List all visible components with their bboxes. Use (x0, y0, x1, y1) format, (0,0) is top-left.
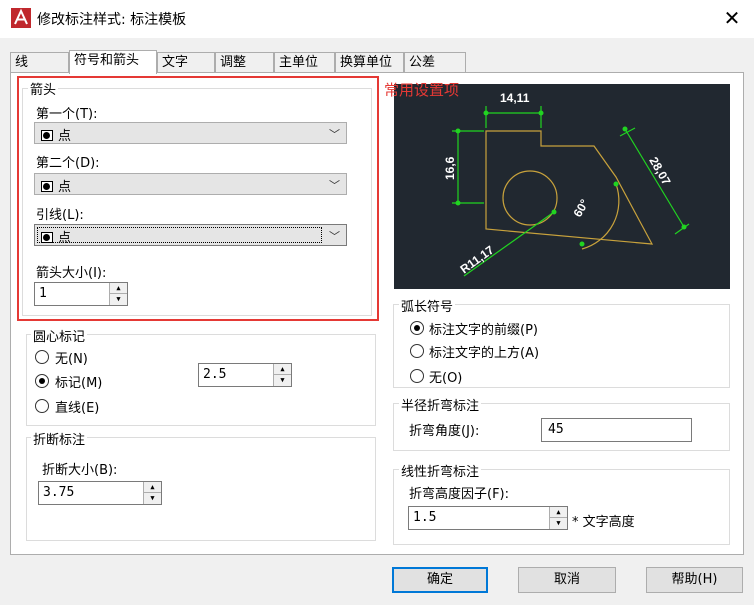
center-mark-none-label: 无(N) (55, 352, 88, 367)
annotation-text: 常用设置项 (384, 81, 460, 99)
dim-angle-label: 60° (570, 197, 591, 220)
jog-angle-label: 折弯角度(J): (409, 424, 480, 439)
dim-radius-label: R11,17 (458, 243, 497, 277)
ok-button[interactable]: 确定 (392, 567, 488, 593)
arrow-size-value: 1 (39, 286, 47, 301)
second-arrow-dropdown[interactable]: 点 ﹀ (34, 173, 347, 195)
spin-up-icon[interactable]: ▲ (110, 283, 127, 294)
dimension-break-group-label: 折断标注 (31, 429, 88, 448)
leader-arrow-dropdown[interactable]: 点 ﹀ (34, 224, 347, 246)
second-arrow-label: 第二个(D): (36, 156, 100, 171)
focus-rectangle (37, 227, 322, 243)
break-size-value: 3.75 (43, 485, 75, 500)
tab-tolerances[interactable]: 公差 (404, 52, 466, 73)
center-mark-mark-radio[interactable] (35, 374, 49, 388)
dot-arrow-icon (41, 232, 53, 243)
arrowheads-group-label: 箭头 (28, 79, 59, 98)
arrow-size-label: 箭头大小(I): (36, 266, 107, 281)
dim-left-label: 16,6 (443, 156, 457, 180)
jog-height-factor-value: 1.5 (413, 510, 437, 525)
dot-arrow-icon (41, 130, 53, 141)
center-mark-line-label: 直线(E) (55, 401, 100, 416)
first-arrow-label: 第一个(T): (36, 107, 98, 122)
leader-arrow-label: 引线(L): (36, 208, 84, 223)
center-mark-mark-label: 标记(M) (55, 376, 103, 391)
autocad-app-icon (11, 8, 31, 28)
spin-up-icon[interactable]: ▲ (550, 507, 567, 518)
arc-symbol-none-radio[interactable] (410, 369, 424, 383)
arc-symbol-above-radio[interactable] (410, 344, 424, 358)
break-size-spinner[interactable]: 3.75 ▲ ▼ (38, 481, 162, 505)
dimension-preview: 14,11 16,6 28,07 60° R11,17 (394, 84, 730, 289)
window-title: 修改标注样式: 标注模板 (37, 12, 187, 28)
center-mark-size-spinner[interactable]: 2.5 ▲ ▼ (198, 363, 292, 387)
cancel-button[interactable]: 取消 (518, 567, 616, 593)
spin-down-icon[interactable]: ▼ (144, 493, 161, 504)
arc-symbol-none-label: 无(O) (429, 371, 463, 386)
jog-height-factor-spinner[interactable]: 1.5 ▲ ▼ (408, 506, 568, 530)
arc-length-symbol-group-label: 弧长符号 (399, 296, 456, 315)
text-height-suffix: * 文字高度 (572, 515, 635, 530)
center-mark-line-radio[interactable] (35, 399, 49, 413)
jog-angle-input[interactable]: 45 (541, 418, 692, 442)
tab-alternate-units[interactable]: 换算单位 (335, 52, 404, 73)
center-mark-size-value: 2.5 (203, 367, 227, 382)
preview-labels: 14,11 16,6 28,07 60° R11,17 (443, 91, 674, 276)
help-button[interactable]: 帮助(H) (646, 567, 743, 593)
first-arrow-dropdown[interactable]: 点 ﹀ (34, 122, 347, 144)
chevron-down-icon: ﹀ (329, 179, 340, 192)
center-marks-group-label: 圆心标记 (31, 326, 88, 345)
dim-top-label: 14,11 (500, 91, 530, 105)
spin-down-icon[interactable]: ▼ (274, 375, 291, 386)
spin-up-icon[interactable]: ▲ (144, 482, 161, 493)
jog-height-factor-label: 折弯高度因子(F): (409, 487, 510, 502)
spin-up-icon[interactable]: ▲ (274, 364, 291, 375)
tab-lines[interactable]: 线 (10, 52, 69, 73)
preview-shape (485, 130, 654, 250)
chevron-down-icon: ﹀ (329, 230, 340, 243)
arrow-size-spinner[interactable]: 1 ▲ ▼ (34, 282, 128, 306)
chevron-down-icon: ﹀ (329, 128, 340, 141)
arc-symbol-prefix-radio[interactable] (410, 321, 424, 335)
break-size-label: 折断大小(B): (42, 463, 118, 478)
spin-down-icon[interactable]: ▼ (550, 518, 567, 529)
radius-jog-group-label: 半径折弯标注 (399, 395, 482, 414)
spin-down-icon[interactable]: ▼ (110, 294, 127, 305)
arc-symbol-above-label: 标注文字的上方(A) (429, 346, 540, 361)
tab-text[interactable]: 文字 (157, 52, 215, 73)
tab-fit[interactable]: 调整 (215, 52, 274, 73)
close-icon[interactable]: ✕ (718, 4, 746, 32)
center-mark-none-radio[interactable] (35, 350, 49, 364)
tab-primary-units[interactable]: 主单位 (274, 52, 335, 73)
arc-symbol-prefix-label: 标注文字的前缀(P) (429, 323, 538, 338)
linear-jog-group-label: 线性折弯标注 (399, 461, 482, 480)
tab-symbols-arrows[interactable]: 符号和箭头 (69, 50, 157, 74)
dot-arrow-icon (41, 181, 53, 192)
